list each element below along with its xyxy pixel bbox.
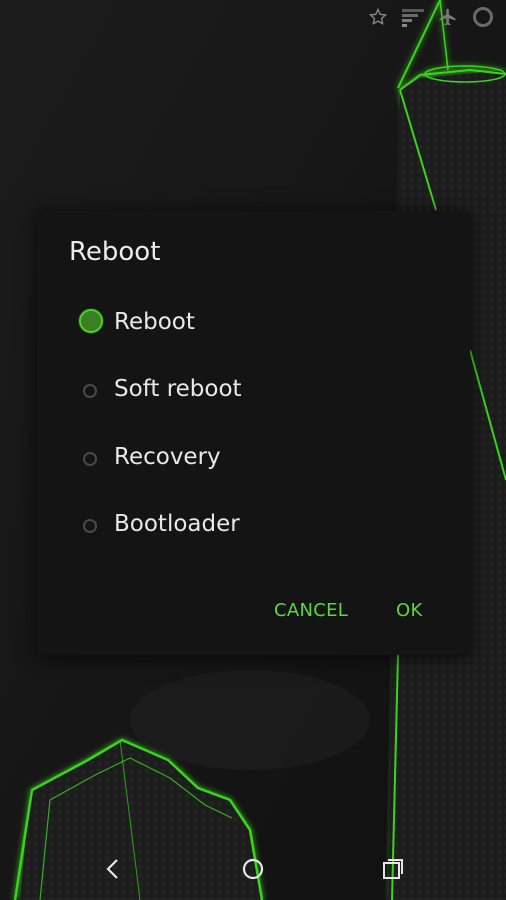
dialog-title: Reboot <box>69 237 161 267</box>
recents-icon[interactable] <box>376 852 410 886</box>
reboot-dialog: Reboot Reboot Soft reboot Recovery Bootl… <box>37 211 470 655</box>
battery-ring-icon <box>472 6 494 28</box>
airplane-mode-icon <box>438 7 458 27</box>
option-label: Bootloader <box>114 511 240 537</box>
star-icon <box>368 7 388 27</box>
radio-unchecked-icon[interactable] <box>83 519 97 533</box>
signal-icon <box>402 7 424 27</box>
option-soft-reboot[interactable]: Soft reboot <box>77 372 437 412</box>
radio-checked-icon[interactable] <box>79 309 103 333</box>
option-label: Reboot <box>114 309 195 335</box>
option-bootloader[interactable]: Bootloader <box>77 507 437 547</box>
home-icon[interactable] <box>236 852 270 886</box>
option-recovery[interactable]: Recovery <box>77 440 437 480</box>
radio-unchecked-icon[interactable] <box>83 384 97 398</box>
back-icon[interactable] <box>96 852 130 886</box>
option-label: Recovery <box>114 444 221 470</box>
cancel-button[interactable]: CANCEL <box>274 600 348 621</box>
option-reboot[interactable]: Reboot <box>77 305 437 345</box>
radio-unchecked-icon[interactable] <box>83 452 97 466</box>
option-label: Soft reboot <box>114 376 242 402</box>
navigation-bar <box>0 832 506 900</box>
status-bar <box>0 0 506 34</box>
ok-button[interactable]: OK <box>396 600 423 621</box>
